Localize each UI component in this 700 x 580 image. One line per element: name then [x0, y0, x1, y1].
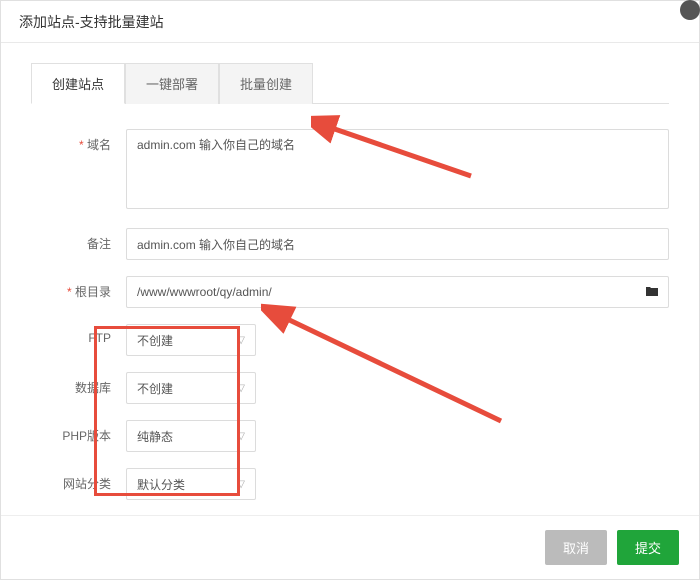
label-ftp: FTP	[31, 324, 111, 345]
db-select-value: 不创建	[137, 380, 173, 397]
label-php: PHP版本	[31, 420, 111, 444]
add-site-modal: 添加站点-支持批量建站 创建站点 一键部署 批量创建 域名 备注 根目录	[0, 0, 700, 580]
domain-input[interactable]	[126, 129, 669, 209]
php-select[interactable]: 纯静态 ▽	[126, 420, 256, 452]
chevron-down-icon: ▽	[237, 383, 245, 394]
label-db: 数据库	[31, 372, 111, 396]
folder-icon[interactable]	[645, 285, 659, 300]
submit-button[interactable]: 提交	[617, 530, 679, 565]
modal-header: 添加站点-支持批量建站	[1, 1, 699, 43]
remark-input[interactable]	[126, 228, 669, 260]
tab-one-click-deploy[interactable]: 一键部署	[125, 63, 219, 104]
php-select-value: 纯静态	[137, 428, 173, 445]
chevron-down-icon: ▽	[237, 335, 245, 346]
label-domain: 域名	[31, 129, 111, 153]
label-remark: 备注	[31, 228, 111, 252]
tab-batch-create[interactable]: 批量创建	[219, 63, 313, 104]
category-select-value: 默认分类	[137, 476, 185, 493]
ftp-select[interactable]: 不创建 ▽	[126, 324, 256, 356]
row-domain: 域名	[31, 129, 669, 212]
row-php: PHP版本 纯静态 ▽	[31, 420, 669, 452]
row-ftp: FTP 不创建 ▽	[31, 324, 669, 356]
chevron-down-icon: ▽	[237, 479, 245, 490]
close-icon[interactable]	[680, 0, 700, 20]
row-root: 根目录	[31, 276, 669, 308]
label-root: 根目录	[31, 276, 111, 300]
category-select[interactable]: 默认分类 ▽	[126, 468, 256, 500]
ftp-select-value: 不创建	[137, 332, 173, 349]
db-select[interactable]: 不创建 ▽	[126, 372, 256, 404]
cancel-button[interactable]: 取消	[545, 530, 607, 565]
modal-footer: 取消 提交	[1, 515, 699, 579]
row-remark: 备注	[31, 228, 669, 260]
modal-body: 创建站点 一键部署 批量创建 域名 备注 根目录	[1, 43, 699, 526]
chevron-down-icon: ▽	[237, 431, 245, 442]
modal-title: 添加站点-支持批量建站	[19, 12, 164, 32]
row-category: 网站分类 默认分类 ▽	[31, 468, 669, 500]
label-category: 网站分类	[31, 468, 111, 492]
row-db: 数据库 不创建 ▽	[31, 372, 669, 404]
tab-create-site[interactable]: 创建站点	[31, 63, 125, 104]
tabs: 创建站点 一键部署 批量创建	[31, 63, 669, 104]
root-input[interactable]	[126, 276, 669, 308]
